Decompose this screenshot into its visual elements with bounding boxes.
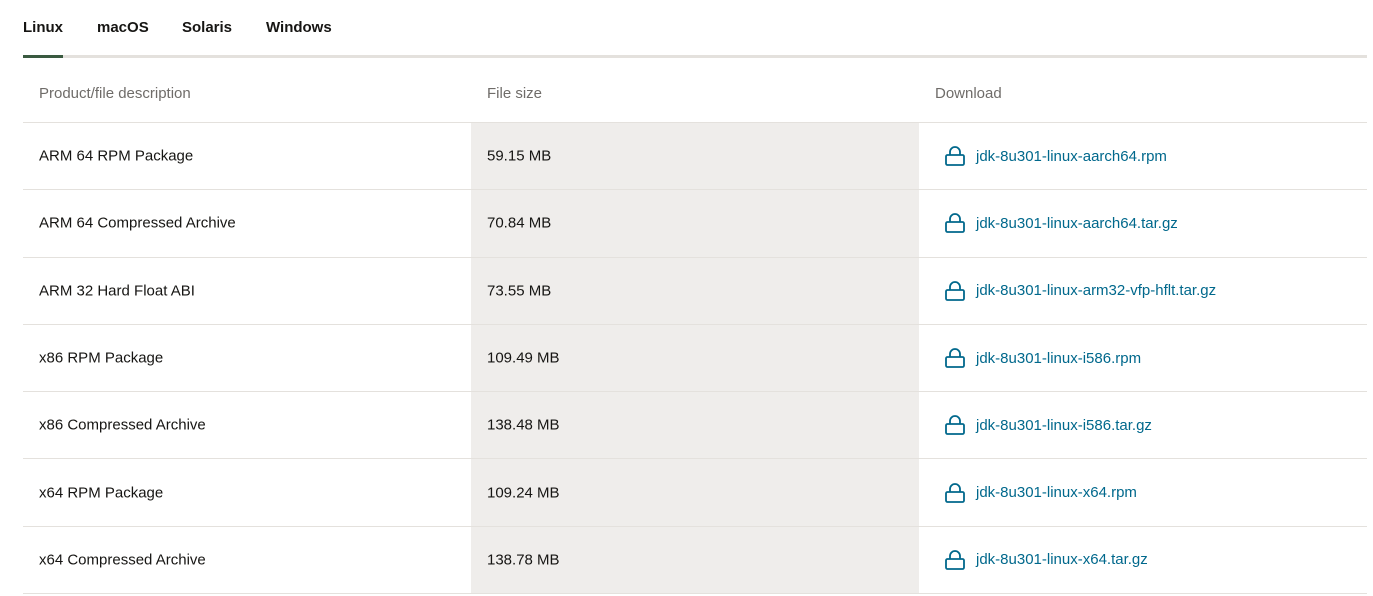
table-row: ARM 32 Hard Float ABI 73.55 MB jdk-8u301-l… <box>23 257 1367 325</box>
column-header-size: File size <box>487 85 543 102</box>
table-row: ARM 64 Compressed Archive 70.84 MB jdk-8u3… <box>23 190 1367 258</box>
download-link[interactable]: jdk-8u301-linux-i586.tar.gz <box>944 415 1152 436</box>
download-link[interactable]: jdk-8u301-linux-aarch64.tar.gz <box>944 213 1178 234</box>
download-link[interactable]: jdk-8u301-linux-x64.tar.gz <box>944 550 1148 570</box>
file-description: ARM 64 Compressed Archive <box>39 214 236 232</box>
table-row: x64 RPM Package 109.24 MB jdk-8u301-linux-… <box>23 459 1367 527</box>
download-filename[interactable]: jdk-8u301-linux-x64.tar.gz <box>976 551 1148 568</box>
file-description: x86 RPM Package <box>39 349 164 367</box>
file-size: 138.78 MB <box>487 551 560 569</box>
file-size: 109.49 MB <box>487 349 560 367</box>
downloads-table: Product/file description File size Downl… <box>23 58 1367 595</box>
download-link[interactable]: jdk-8u301-linux-x64.rpm <box>944 482 1137 503</box>
download-filename[interactable]: jdk-8u301-linux-i586.rpm <box>976 350 1141 367</box>
tab-linux[interactable]: Linux <box>23 0 63 58</box>
column-header-download: Download <box>935 85 1002 102</box>
table-header: Product/file description File size Downl… <box>23 58 1367 123</box>
download-filename[interactable]: jdk-8u301-linux-aarch64.tar.gz <box>976 215 1178 232</box>
download-filename[interactable]: jdk-8u301-linux-x64.rpm <box>976 484 1137 501</box>
lock-icon <box>944 213 966 234</box>
lock-icon <box>944 348 966 368</box>
lock-icon <box>944 415 966 436</box>
download-link[interactable]: jdk-8u301-linux-arm32-vfp-hflt.tar.gz <box>944 280 1216 301</box>
table-row: x86 Compressed Archive 138.48 MB jdk-8u301… <box>23 392 1367 460</box>
os-tab-bar: Linux macOS Solaris Windows <box>23 0 1367 58</box>
file-size: 73.55 MB <box>487 282 552 300</box>
download-filename[interactable]: jdk-8u301-linux-i586.tar.gz <box>976 417 1152 434</box>
table-row: x64 Compressed Archive 138.78 MB jdk-8u301… <box>23 526 1367 595</box>
file-size: 70.84 MB <box>487 214 552 232</box>
file-size: 59.15 MB <box>487 147 552 165</box>
tab-macos[interactable]: macOS <box>97 0 149 58</box>
table-body: ARM 64 RPM Package 59.15 MB jdk-8u301-linu… <box>23 123 1367 595</box>
file-size: 109.24 MB <box>487 484 560 502</box>
column-header-description: Product/file description <box>39 85 191 102</box>
tab-windows[interactable]: Windows <box>266 0 332 58</box>
file-description: x64 RPM Package <box>39 484 164 502</box>
downloads-panel: Linux macOS Solaris Windows Product/file… <box>0 0 1373 596</box>
download-filename[interactable]: jdk-8u301-linux-aarch64.rpm <box>976 148 1167 165</box>
lock-icon <box>944 280 966 301</box>
file-size: 138.48 MB <box>487 416 560 434</box>
file-description: ARM 32 Hard Float ABI <box>39 282 195 300</box>
file-description: x86 Compressed Archive <box>39 416 206 434</box>
download-link[interactable]: jdk-8u301-linux-i586.rpm <box>944 348 1141 368</box>
table-row: ARM 64 RPM Package 59.15 MB jdk-8u301-linu… <box>23 123 1367 191</box>
tab-solaris[interactable]: Solaris <box>182 0 232 58</box>
table-row: x86 RPM Package 109.49 MB jdk-8u301-linux-… <box>23 324 1367 393</box>
lock-icon <box>944 146 966 167</box>
download-link[interactable]: jdk-8u301-linux-aarch64.rpm <box>944 146 1167 167</box>
download-filename[interactable]: jdk-8u301-linux-arm32-vfp-hflt.tar.gz <box>976 282 1216 299</box>
lock-icon <box>944 482 966 503</box>
lock-icon <box>944 550 966 570</box>
file-description: x64 Compressed Archive <box>39 551 206 569</box>
file-description: ARM 64 RPM Package <box>39 147 194 165</box>
